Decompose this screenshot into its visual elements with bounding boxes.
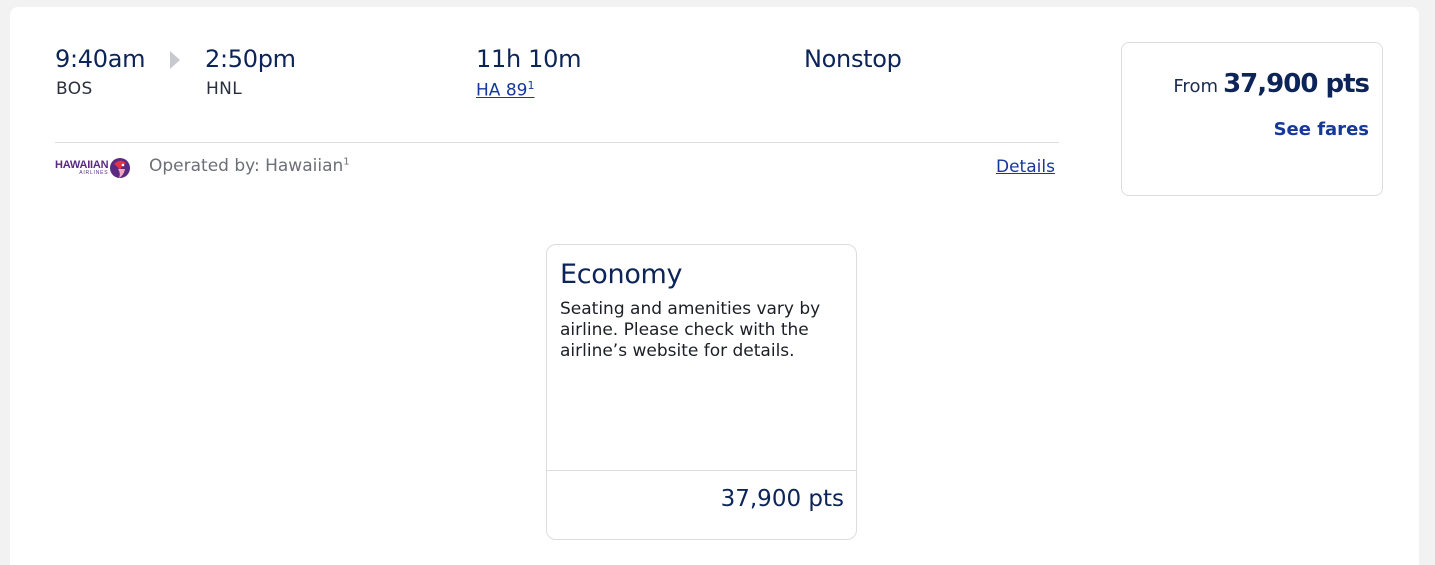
from-price-line: From 37,900 pts	[1173, 69, 1370, 99]
departure-airport: BOS	[56, 79, 93, 99]
operated-by-label: Operated by: Hawaiian	[149, 156, 344, 176]
see-fares-button[interactable]: See fares	[1274, 119, 1369, 140]
section-divider	[55, 142, 1059, 143]
flight-number: HA 89	[476, 80, 528, 101]
fare-cabin-title: Economy	[560, 259, 683, 290]
departure-time: 9:40am	[55, 45, 146, 73]
fare-price: 37,900 pts	[720, 486, 844, 512]
from-label: From	[1173, 76, 1218, 97]
price-summary-box[interactable]: From 37,900 pts See fares	[1121, 42, 1383, 196]
logo-wordmark: HAWAIIAN	[55, 159, 109, 171]
fare-description: Seating and amenities vary by airline. P…	[560, 299, 821, 361]
flight-number-footnote: 1	[527, 79, 535, 92]
arrow-right-icon	[170, 51, 180, 69]
from-price-value: 37,900 pts	[1223, 69, 1370, 99]
fare-card-divider	[547, 470, 856, 471]
hawaiian-airlines-logo: HAWAIIAN AIRLINES	[55, 156, 131, 180]
operated-by-text: Operated by: Hawaiian1	[149, 156, 350, 176]
flight-duration: 11h 10m	[476, 45, 582, 73]
pualani-icon	[110, 158, 131, 178]
fare-card-economy[interactable]: Economy Seating and amenities vary by ai…	[546, 244, 857, 540]
flight-result-card: 9:40am BOS 2:50pm HNL 11h 10m HA 891 Non…	[10, 7, 1419, 565]
operated-by-footnote: 1	[343, 156, 350, 168]
flight-number-link[interactable]: HA 891	[476, 79, 534, 101]
stops-label: Nonstop	[804, 45, 902, 73]
arrival-time: 2:50pm	[205, 45, 296, 73]
details-link[interactable]: Details	[996, 157, 1055, 177]
arrival-airport: HNL	[206, 79, 243, 99]
